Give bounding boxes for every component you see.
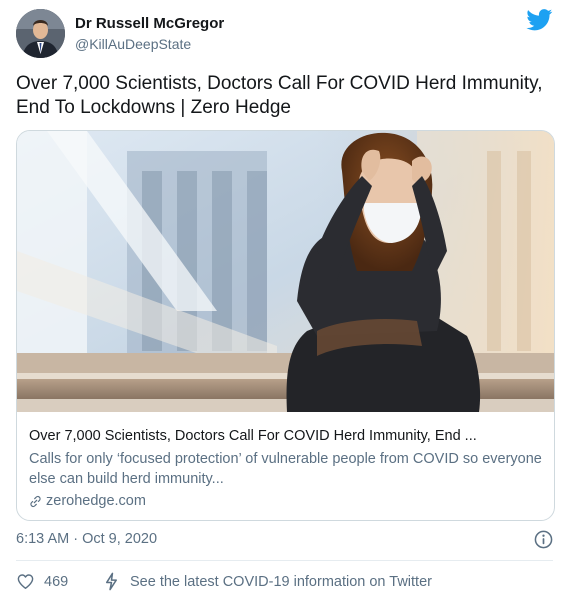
covid-info-text[interactable]: See the latest COVID-19 information on T… (130, 574, 432, 590)
link-card[interactable]: Over 7,000 Scientists, Doctors Call For … (16, 130, 555, 521)
tweet-timestamp[interactable]: 6:13 AM · Oct 9, 2020 (16, 531, 157, 547)
card-description: Calls for only ‘focused protection’ of v… (29, 451, 542, 487)
lightning-bolt-icon (105, 572, 118, 591)
tweet-text: Over 7,000 Scientists, Doctors Call For … (16, 73, 543, 118)
embedded-tweet: Dr Russell McGregor @KillAuDeepState Ove… (0, 0, 569, 602)
twitter-bird-icon[interactable] (526, 9, 553, 31)
heart-icon (17, 574, 34, 589)
covid-info-link[interactable]: See the latest COVID-19 information on T… (103, 572, 432, 591)
card-domain-text[interactable]: zerohedge.com (46, 491, 146, 511)
author-name[interactable]: Dr Russell McGregor (75, 15, 224, 32)
avatar[interactable] (16, 9, 65, 58)
link-icon (30, 495, 41, 507)
divider (16, 560, 553, 561)
like-count: 469 (44, 573, 69, 590)
card-title[interactable]: Over 7,000 Scientists, Doctors Call For … (29, 427, 544, 446)
author-handle[interactable]: @KillAuDeepState (75, 36, 191, 52)
card-body: Over 7,000 Scientists, Doctors Call For … (29, 427, 544, 511)
card-image[interactable] (17, 131, 554, 412)
card-domain[interactable]: zerohedge.com (29, 491, 544, 511)
like-button[interactable]: 469 (16, 572, 68, 591)
info-icon[interactable] (534, 530, 553, 549)
